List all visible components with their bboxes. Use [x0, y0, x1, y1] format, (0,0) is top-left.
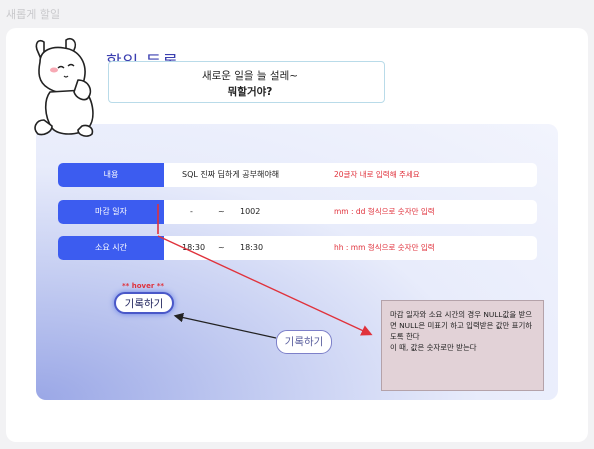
annotation-arrows	[157, 204, 373, 339]
annotation-black-arrow	[173, 312, 277, 339]
